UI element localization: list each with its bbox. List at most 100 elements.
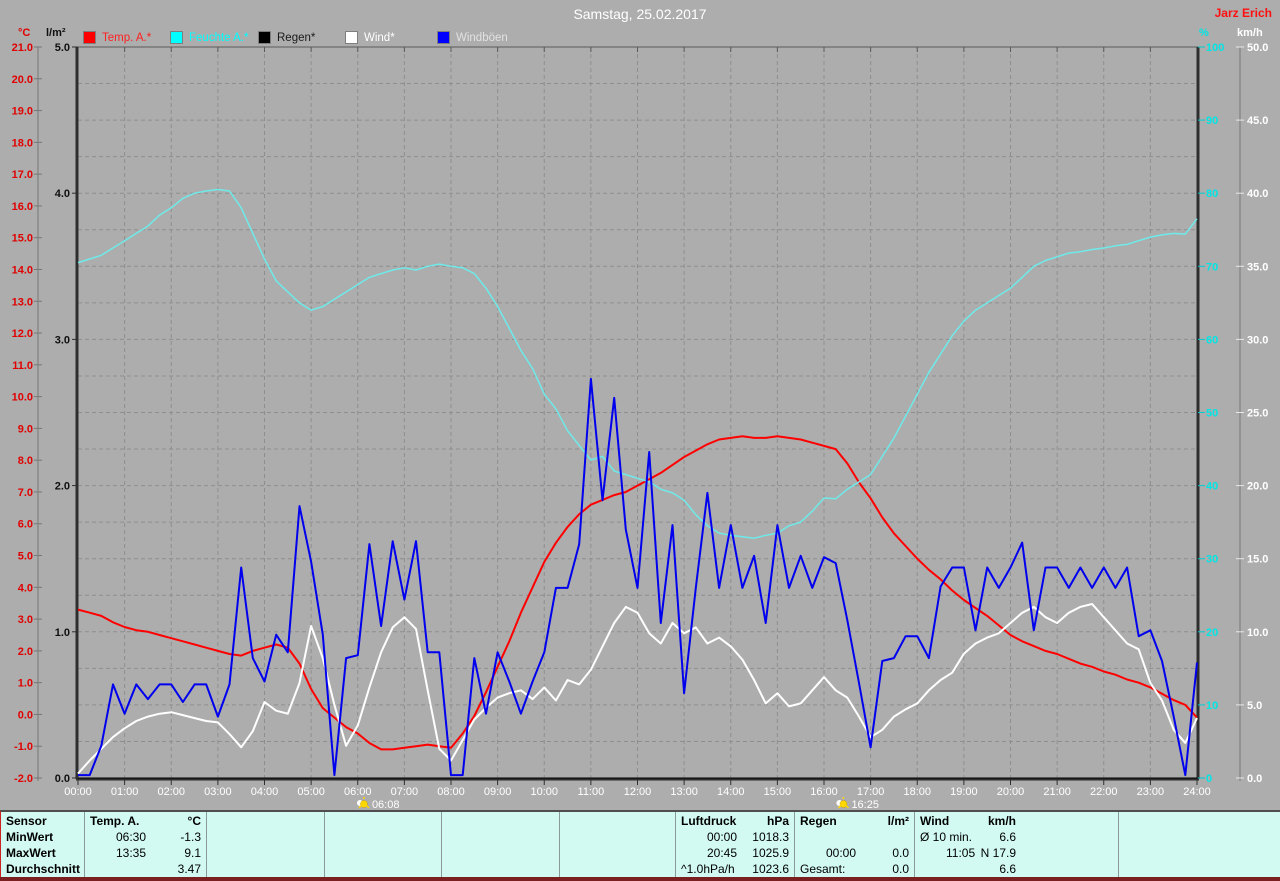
cell: 20:45	[681, 845, 737, 861]
svg-text:2.0: 2.0	[18, 646, 33, 658]
svg-text:12:00: 12:00	[624, 786, 652, 798]
svg-text:20:00: 20:00	[997, 786, 1025, 798]
empty-column	[560, 812, 676, 879]
svg-text:14.0: 14.0	[12, 264, 33, 276]
legend-label: Temp. A.*	[102, 32, 151, 44]
svg-text:8.0: 8.0	[18, 455, 33, 467]
cell: 6.6	[999, 829, 1016, 845]
cell: 0.0	[892, 861, 909, 877]
svg-text:20.0: 20.0	[1247, 481, 1268, 493]
bottom-edge-bar	[0, 877, 1280, 881]
svg-text:30.0: 30.0	[1247, 334, 1268, 346]
svg-text:0.0: 0.0	[55, 773, 70, 785]
svg-text:10: 10	[1206, 700, 1218, 712]
svg-text:5.0: 5.0	[55, 42, 70, 54]
svg-text:13.0: 13.0	[12, 296, 33, 308]
svg-text:06:08: 06:08	[372, 799, 400, 810]
svg-text:45.0: 45.0	[1247, 115, 1268, 127]
svg-text:12.0: 12.0	[12, 328, 33, 340]
gusts-swatch-icon	[437, 31, 450, 44]
column-unit: hPa	[767, 813, 789, 829]
svg-text:70: 70	[1206, 261, 1218, 273]
row-label: Durchschnitt	[6, 861, 80, 877]
svg-text:9.0: 9.0	[18, 423, 33, 435]
svg-text:35.0: 35.0	[1247, 261, 1268, 273]
svg-text:15.0: 15.0	[1247, 554, 1268, 566]
row-label: MinWert	[6, 829, 53, 845]
app-window: 21.020.019.018.017.016.015.014.013.012.0…	[0, 0, 1280, 881]
svg-text:20: 20	[1206, 627, 1218, 639]
svg-text:90: 90	[1206, 115, 1218, 127]
wind-swatch-icon	[345, 31, 358, 44]
legend-label: Feuchte A.*	[189, 32, 248, 44]
legend-item-temp: Temp. A.*	[83, 31, 151, 44]
empty-column	[325, 812, 442, 879]
svg-text:3.0: 3.0	[18, 614, 33, 626]
column-header: Luftdruck	[681, 813, 736, 829]
svg-text:6.0: 6.0	[18, 519, 33, 531]
svg-text:21:00: 21:00	[1043, 786, 1071, 798]
temp-axis-unit: °C	[18, 27, 30, 39]
column-header: Temp. A.	[90, 813, 139, 829]
svg-text:50.0: 50.0	[1247, 42, 1268, 54]
svg-text:19:00: 19:00	[950, 786, 978, 798]
svg-text:80: 80	[1206, 188, 1218, 200]
legend-item-gusts: Windböen	[437, 31, 508, 44]
cell: 3.47	[178, 861, 201, 877]
svg-text:100: 100	[1206, 42, 1224, 54]
svg-text:60: 60	[1206, 334, 1218, 346]
svg-text:09:00: 09:00	[484, 786, 512, 798]
cell: 0.0	[892, 845, 909, 861]
svg-text:15.0: 15.0	[12, 233, 33, 245]
cell: 06:30	[90, 829, 146, 845]
svg-text:08:00: 08:00	[437, 786, 465, 798]
temp-column: Temp. A.°C 06:30-1.3 13:359.1 3.47	[85, 812, 207, 879]
svg-text:20.0: 20.0	[12, 74, 33, 86]
cell: 6.6	[999, 861, 1016, 877]
wind-column: Windkm/h Ø 10 min.6.6 11:05N 17.9 6.6	[915, 812, 1119, 879]
temp-swatch-icon	[83, 31, 96, 44]
svg-text:16:00: 16:00	[810, 786, 838, 798]
rain-swatch-icon	[258, 31, 271, 44]
svg-text:17:00: 17:00	[857, 786, 885, 798]
svg-text:2.0: 2.0	[55, 481, 70, 493]
svg-text:4.0: 4.0	[18, 582, 33, 594]
svg-text:02:00: 02:00	[157, 786, 185, 798]
svg-text:24:00: 24:00	[1183, 786, 1211, 798]
svg-text:04:00: 04:00	[251, 786, 279, 798]
svg-text:05:00: 05:00	[297, 786, 325, 798]
svg-text:22:00: 22:00	[1090, 786, 1118, 798]
legend-label: Windböen	[456, 32, 508, 44]
cell: ^1.0hPa/h	[681, 861, 735, 877]
svg-text:13:00: 13:00	[670, 786, 698, 798]
stats-table: Sensor MinWert MaxWert Durchschnitt Temp…	[0, 810, 1280, 879]
svg-text:3.0: 3.0	[55, 334, 70, 346]
svg-text:30: 30	[1206, 554, 1218, 566]
svg-text:5.0: 5.0	[1247, 700, 1262, 712]
cell: 13:35	[90, 845, 146, 861]
svg-text:16.0: 16.0	[12, 201, 33, 213]
svg-text:4.0: 4.0	[55, 188, 70, 200]
page-title: Samstag, 25.02.2017	[0, 6, 1280, 22]
svg-text:15:00: 15:00	[764, 786, 792, 798]
svg-text:03:00: 03:00	[204, 786, 232, 798]
svg-text:18.0: 18.0	[12, 137, 33, 149]
svg-text:10:00: 10:00	[530, 786, 558, 798]
svg-text:-1.0: -1.0	[14, 741, 33, 753]
cell: 00:00	[800, 845, 856, 861]
humidity-axis-unit: %	[1199, 27, 1209, 39]
svg-text:06:00: 06:00	[344, 786, 372, 798]
svg-text:19.0: 19.0	[12, 106, 33, 118]
svg-text:00:00: 00:00	[64, 786, 92, 798]
empty-column	[442, 812, 560, 879]
svg-text:50: 50	[1206, 408, 1218, 420]
cell: Gesamt:	[800, 861, 845, 877]
svg-text:11:00: 11:00	[578, 786, 605, 798]
column-header: Wind	[920, 813, 949, 829]
cell: 1018.3	[752, 829, 789, 845]
legend-item-humidity: Feuchte A.*	[170, 31, 248, 44]
svg-text:16:25: 16:25	[851, 799, 879, 810]
row-label: MaxWert	[6, 845, 56, 861]
svg-text:01:00: 01:00	[111, 786, 139, 798]
chart-area: 21.020.019.018.017.016.015.014.013.012.0…	[0, 0, 1280, 810]
